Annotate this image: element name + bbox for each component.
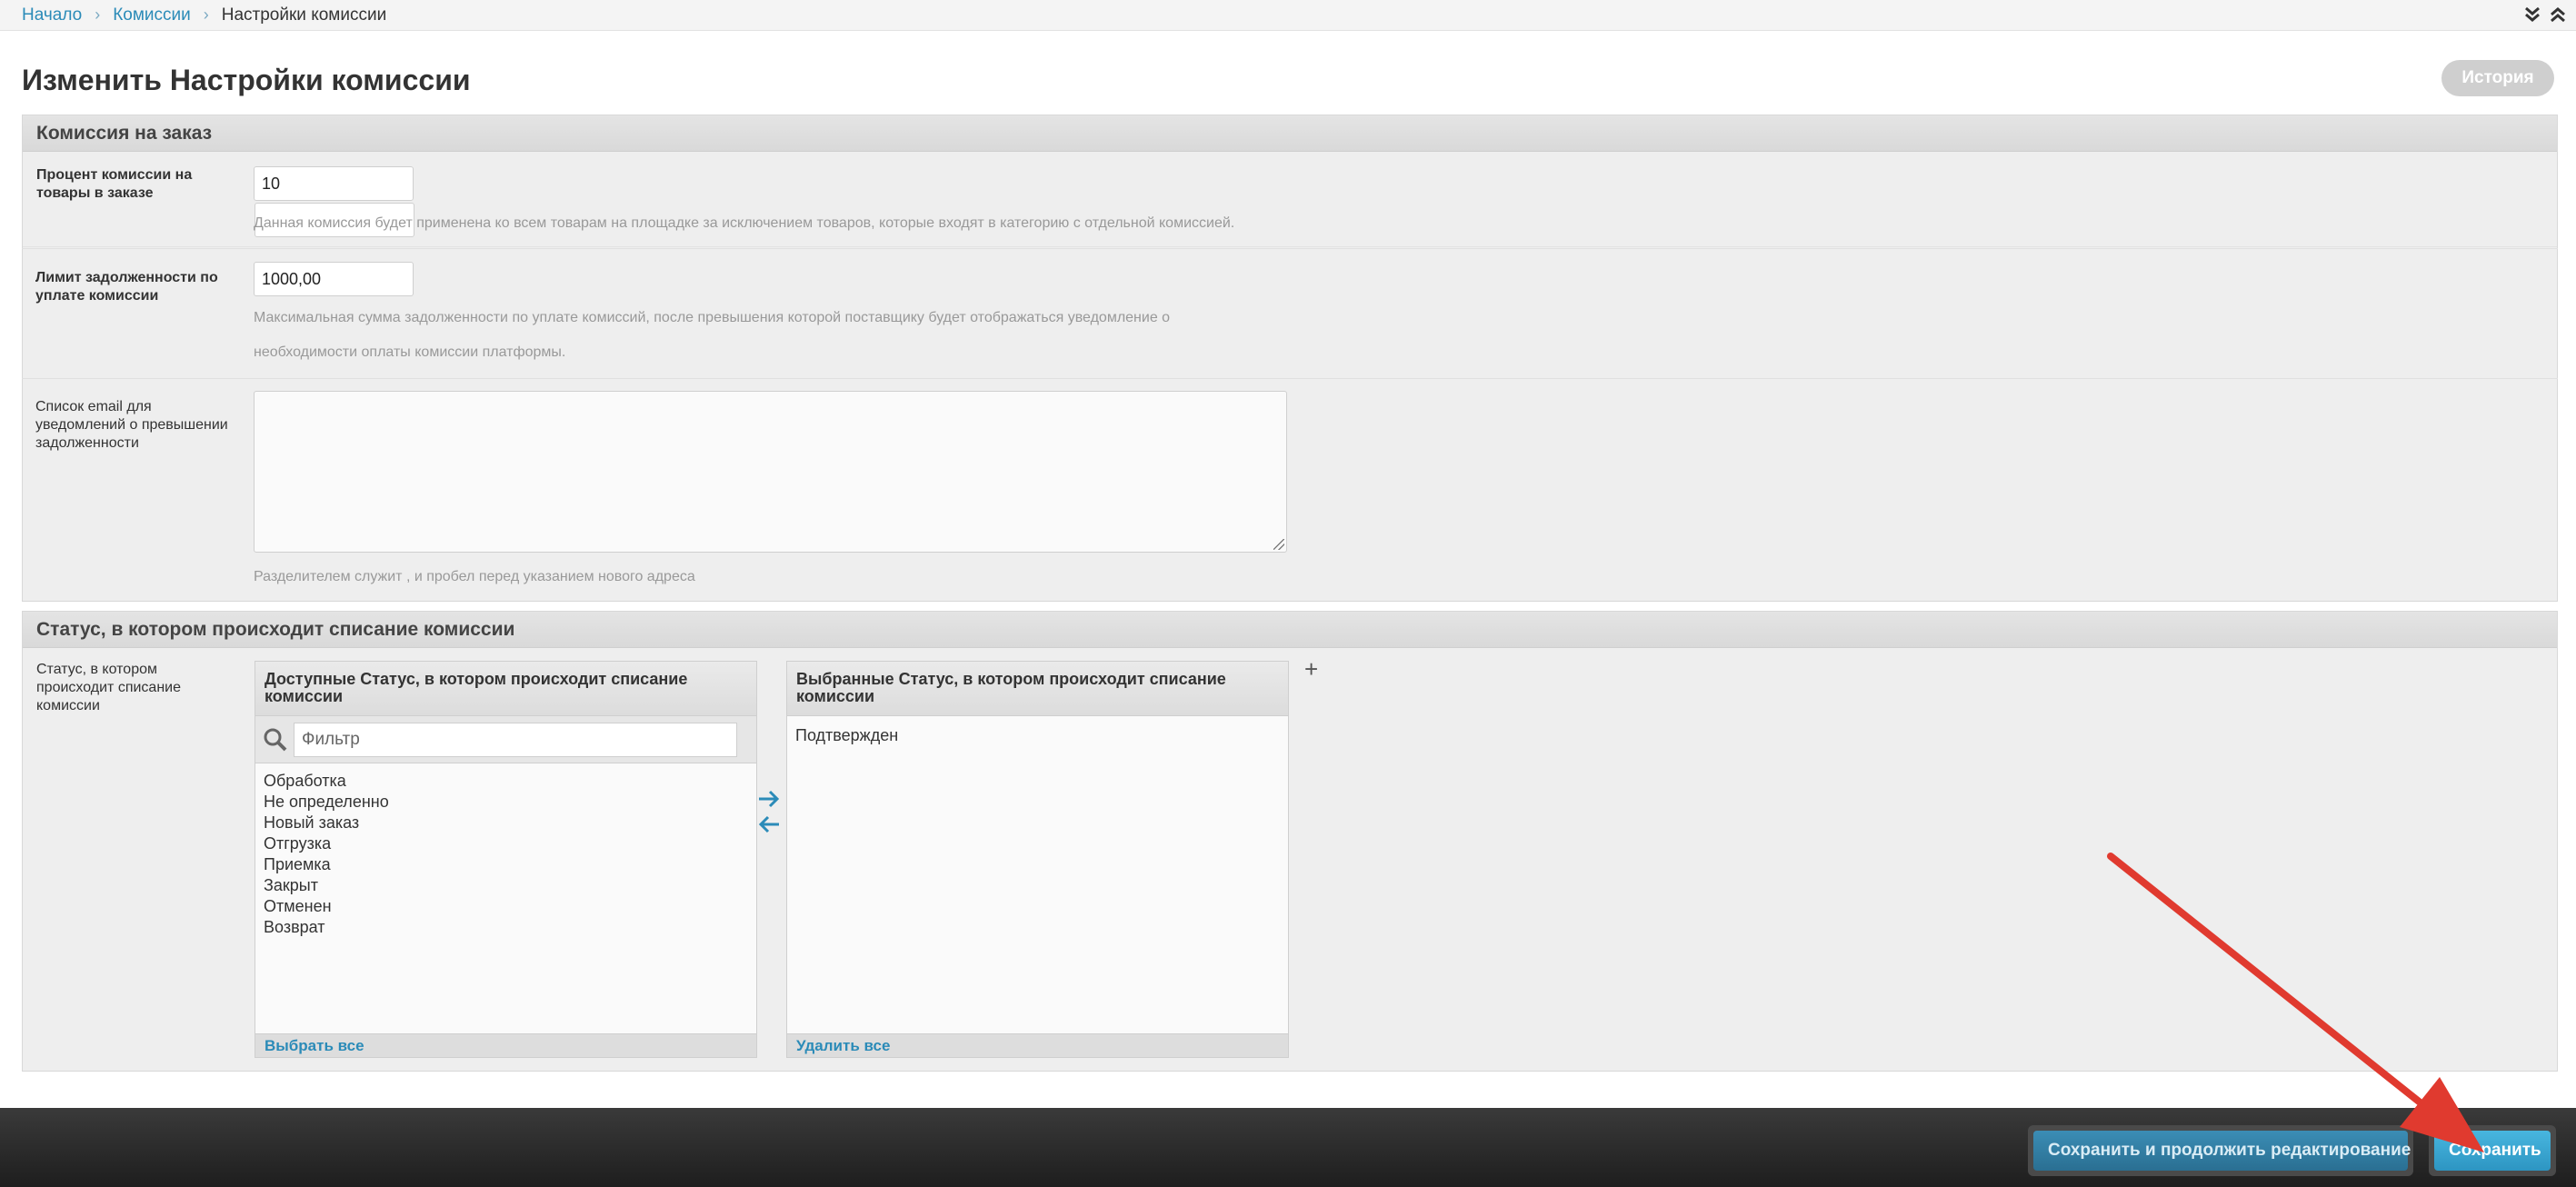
add-status-button[interactable]: + [1304,655,1318,683]
chevron-double-down-icon[interactable] [2523,4,2541,25]
status-fieldset: Статус, в котором происходит списание ко… [22,611,2558,1072]
submit-row: Сохранить и продолжить редактирование Со… [0,1108,2576,1187]
choose-all-link[interactable]: Выбрать все [255,1033,756,1057]
order-commission-content: 10 Данная комиссия будет применена ко вс… [22,115,2558,602]
commission-percent-help: Данная комиссия будет применена ко всем … [254,215,1235,231]
save-and-continue-button[interactable]: Сохранить и продолжить редактирование [2033,1131,2411,1171]
list-item[interactable]: Новый заказ [264,813,756,833]
debt-limit-field[interactable]: 1000,00 [254,262,414,296]
save-wrap: Сохранить [2429,1125,2556,1176]
debt-limit-help-line1: Максимальная сумма задолженности по упла… [254,310,1171,325]
commission-percent-field[interactable]: 10 [254,166,414,201]
breadcrumb: Начало › Комиссии › Настройки комиссии [0,0,2576,31]
status-label: Статус, в котором происходит списание ко… [36,662,181,713]
debt-limit-label: Лимит задолженности по уплате комиссии [35,270,218,304]
arrow-right-icon[interactable] [757,789,781,809]
search-icon [263,727,288,753]
chosen-statuses-list[interactable]: Подтвержден [787,716,1288,746]
history-button[interactable]: История [2441,60,2554,96]
breadcrumb-current: Настройки комиссии [221,5,387,25]
available-statuses-title: Доступные Статус, в котором происходит с… [255,662,756,716]
list-item[interactable]: Подтвержден [795,725,1288,746]
breadcrumb-home-link[interactable]: Начало [22,5,82,25]
move-controls [757,789,781,834]
available-statuses-box: Доступные Статус, в котором происходит с… [255,661,757,1058]
arrow-left-icon[interactable] [757,814,781,834]
remove-all-link[interactable]: Удалить все [787,1033,1288,1057]
divider [22,378,2558,379]
collapse-controls [2523,4,2567,25]
chosen-statuses-box: Выбранные Статус, в котором происходит с… [786,661,1289,1058]
chevron-double-up-icon[interactable] [2549,4,2567,25]
divider [22,248,2558,249]
list-item[interactable]: Приемка [264,854,756,875]
list-item[interactable]: Отгрузка [264,833,756,854]
emails-help: Разделителем служит , и пробел перед ука… [254,569,695,584]
status-row: Статус, в котором происходит списание ко… [23,648,2557,1071]
page-title: Изменить Настройки комиссии [22,64,471,96]
list-item[interactable]: Не определенно [264,792,756,813]
chevron-right-icon: › [95,5,101,24]
chosen-statuses-title: Выбранные Статус, в котором происходит с… [787,662,1288,716]
chevron-right-icon: › [203,5,209,24]
available-statuses-list[interactable]: Обработка Не определенно Новый заказ Отг… [255,763,756,938]
resize-grip-icon[interactable] [1273,539,1284,550]
list-item[interactable]: Возврат [264,917,756,938]
emails-label: Список email для уведомлений о превышени… [35,399,228,451]
fieldset-legend: Статус, в котором происходит списание ко… [23,612,2557,648]
debt-limit-help-line2: необходимости оплаты комиссии платформы. [254,344,566,360]
list-item[interactable]: Обработка [264,771,756,792]
emails-textarea[interactable] [254,391,1287,553]
filter-box: Фильтр [255,716,756,763]
save-continue-wrap: Сохранить и продолжить редактирование [2028,1125,2413,1176]
list-item[interactable]: Отменен [264,896,756,917]
save-button[interactable]: Сохранить [2434,1131,2551,1171]
list-item[interactable]: Закрыт [264,875,756,896]
filter-input[interactable]: Фильтр [294,722,737,757]
breadcrumb-section-link[interactable]: Комиссии [113,5,191,25]
